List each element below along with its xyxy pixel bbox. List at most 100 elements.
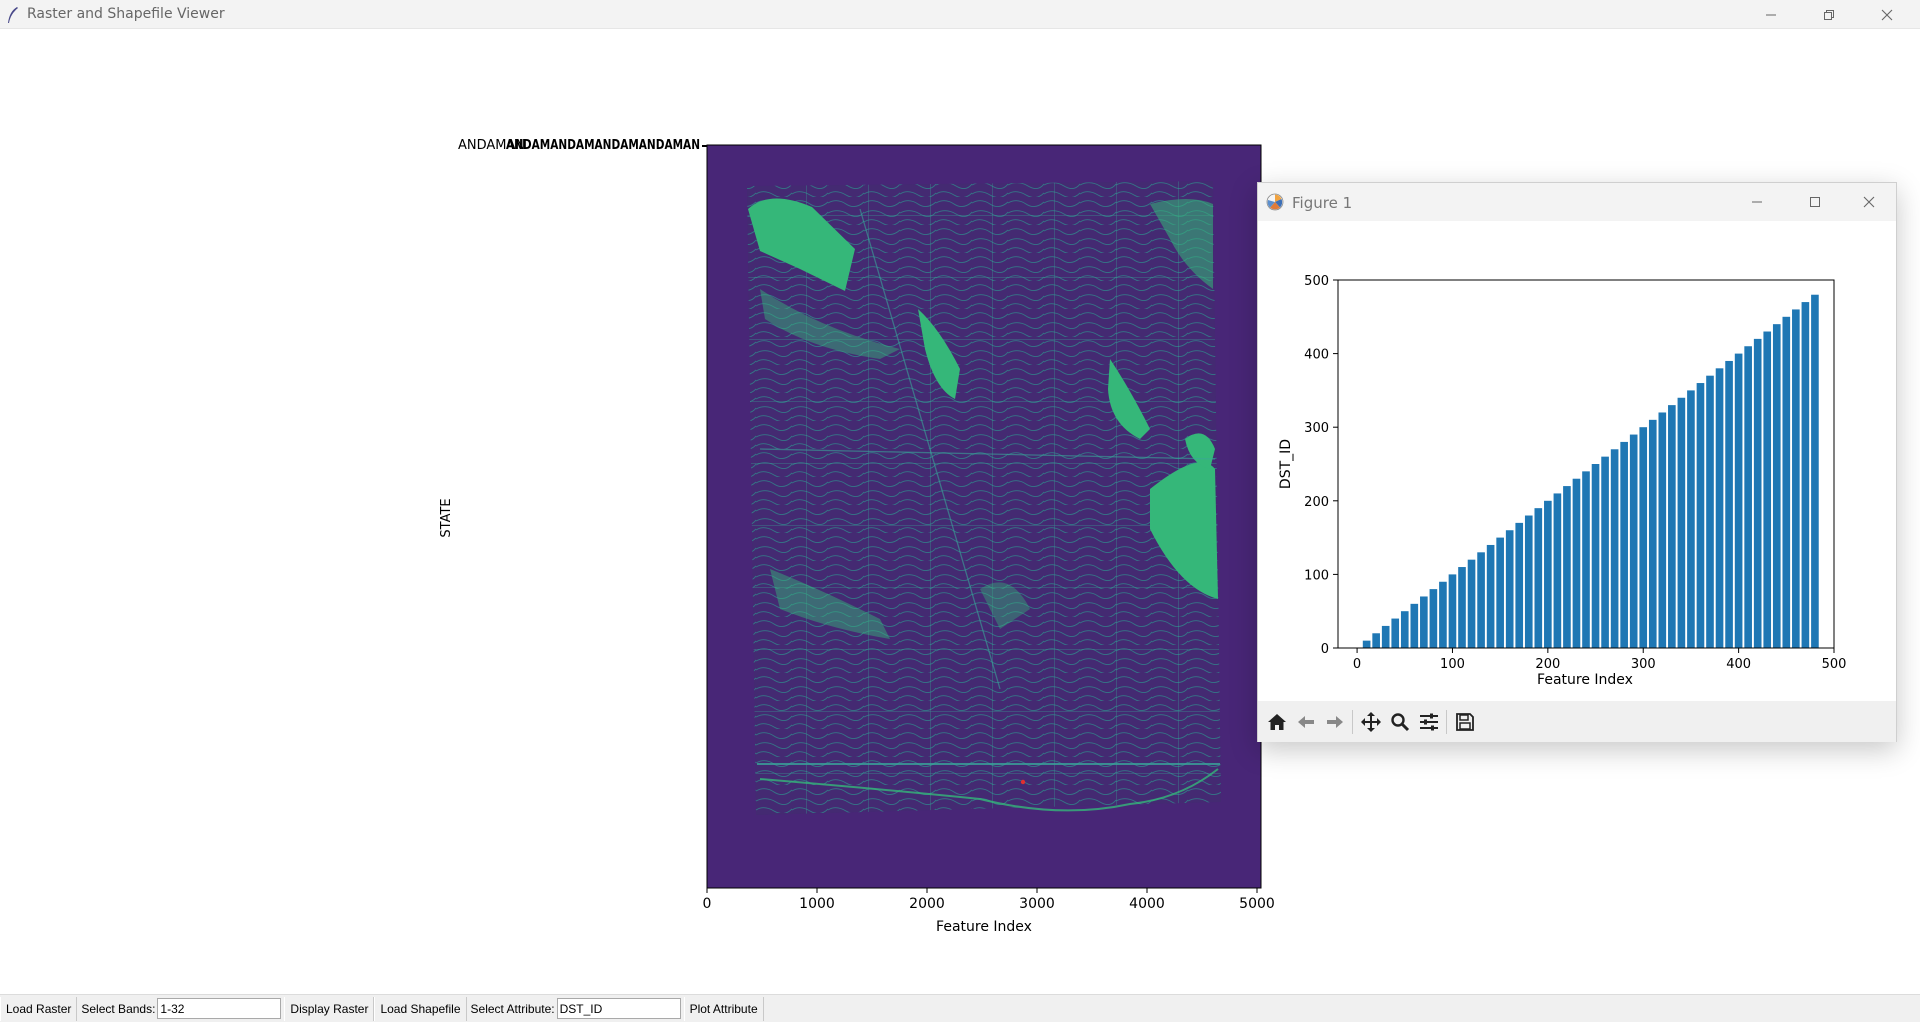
shapefile-marker <box>1020 779 1026 785</box>
main-overlap-labels: ANDAMANDAMANDAMANDAMAN <box>506 138 700 153</box>
bar <box>1610 449 1619 648</box>
close-icon <box>1881 9 1893 20</box>
bar <box>1620 441 1628 648</box>
zoom-button[interactable] <box>1385 707 1414 736</box>
bar <box>1591 464 1600 648</box>
main-ylabel: STATE <box>439 498 454 537</box>
bar <box>1410 603 1419 648</box>
bar <box>1639 427 1648 648</box>
main-xlabel: Feature Index <box>936 919 1032 935</box>
bar-xlabel: Feature Index <box>1537 672 1633 688</box>
configure-icon <box>1419 713 1438 730</box>
main-x-tick-label: 2000 <box>909 896 945 912</box>
main-x-tick-label: 3000 <box>1019 896 1055 912</box>
plot-attribute-button[interactable]: Plot Attribute <box>683 996 764 1021</box>
minimize-button[interactable] <box>1742 0 1800 29</box>
close-button[interactable] <box>1858 0 1916 29</box>
figure-minimize-button[interactable] <box>1728 183 1786 221</box>
bar <box>1381 625 1390 648</box>
bar <box>1391 618 1400 648</box>
bar <box>1734 353 1743 648</box>
bar <box>1448 574 1457 648</box>
zoom-icon <box>1390 712 1409 731</box>
figure-title: Figure 1 <box>1292 194 1353 212</box>
bar-ylabel: DST_ID <box>1278 439 1294 489</box>
bar <box>1763 331 1772 648</box>
back-button[interactable] <box>1291 707 1320 736</box>
bar <box>1439 581 1447 648</box>
forward-button[interactable] <box>1320 707 1349 736</box>
bar <box>1744 346 1752 648</box>
figure-window[interactable]: Figure 1 0 100 200 300 400 500 0 100 200 300 400 5… <box>1257 182 1897 742</box>
bar-x-tick-label: 400 <box>1726 657 1751 672</box>
select-attribute-input[interactable] <box>556 998 681 1019</box>
bar <box>1544 500 1552 648</box>
bar-x-tick-label: 100 <box>1440 657 1465 672</box>
bar <box>1687 390 1695 648</box>
bar <box>1696 383 1705 648</box>
select-attribute-label: Select Attribute: <box>470 1001 555 1016</box>
bar <box>1400 611 1409 648</box>
bar-series <box>1362 294 1819 648</box>
matplotlib-icon <box>1266 193 1284 211</box>
bar <box>1486 544 1495 648</box>
load-raster-button[interactable]: Load Raster <box>0 996 78 1021</box>
main-x-tick-label: 4000 <box>1129 896 1165 912</box>
home-button[interactable] <box>1262 707 1291 736</box>
main-x-ticks: 0 1000 2000 3000 4000 5000 <box>703 888 1275 912</box>
bar <box>1524 515 1533 648</box>
bar <box>1658 412 1667 648</box>
bar <box>1572 478 1581 648</box>
bar <box>1553 493 1562 648</box>
pan-icon <box>1360 711 1381 732</box>
bar-x-tick-label: 200 <box>1535 657 1560 672</box>
bar <box>1772 324 1781 648</box>
bar <box>1725 360 1733 648</box>
restore-button[interactable] <box>1800 0 1858 29</box>
toolbar-separator <box>1446 709 1447 734</box>
restore-icon <box>1824 9 1834 20</box>
window-title: Raster and Shapefile Viewer <box>27 6 225 22</box>
figure-maximize-button[interactable] <box>1786 183 1844 221</box>
figure-toolbar <box>1258 701 1896 742</box>
configure-button[interactable] <box>1414 707 1443 736</box>
bar <box>1362 640 1371 648</box>
figure-titlebar[interactable]: Figure 1 <box>1258 183 1896 221</box>
control-bar: Load Raster Select Bands: Display Raster… <box>0 994 1920 1022</box>
raster-image <box>707 145 1261 888</box>
figure-close-button[interactable] <box>1840 183 1898 221</box>
bar <box>1792 309 1800 648</box>
main-x-tick-label: 1000 <box>799 896 835 912</box>
forward-icon <box>1326 715 1343 728</box>
load-shapefile-button[interactable]: Load Shapefile <box>374 996 467 1021</box>
feather-icon <box>8 7 18 23</box>
bar-x-ticks: 0 100 200 300 400 500 <box>1353 648 1846 672</box>
bar <box>1601 456 1609 648</box>
bar <box>1496 537 1504 648</box>
select-bands-label: Select Bands: <box>81 1001 156 1016</box>
bar-y-tick-label: 400 <box>1304 348 1329 363</box>
bar-y-tick-label: 100 <box>1304 568 1329 583</box>
bar <box>1706 375 1714 648</box>
bar <box>1429 589 1438 648</box>
display-raster-button[interactable]: Display Raster <box>284 996 375 1021</box>
window-titlebar[interactable]: Raster and Shapefile Viewer <box>0 0 1920 29</box>
pan-button[interactable] <box>1356 707 1385 736</box>
minimize-icon <box>1752 201 1762 203</box>
bar-chart-canvas[interactable]: 0 100 200 300 400 500 0 100 200 300 400 500 Featur… <box>1258 221 1896 703</box>
bar <box>1372 633 1380 648</box>
select-bands-input[interactable] <box>157 998 282 1019</box>
bar <box>1458 567 1466 648</box>
toolbar-separator <box>1352 709 1353 734</box>
bar-y-tick-label: 200 <box>1304 495 1329 510</box>
save-button[interactable] <box>1450 707 1479 736</box>
bar <box>1563 486 1571 648</box>
bar <box>1668 405 1676 648</box>
bar-y-tick-label: 500 <box>1304 274 1329 289</box>
bar <box>1467 559 1476 648</box>
bar <box>1811 294 1819 648</box>
home-icon <box>1267 713 1286 730</box>
bar-y-tick-label: 300 <box>1304 421 1329 436</box>
bar-y-ticks: 0 100 200 300 400 500 <box>1304 274 1338 657</box>
bar <box>1677 397 1686 648</box>
